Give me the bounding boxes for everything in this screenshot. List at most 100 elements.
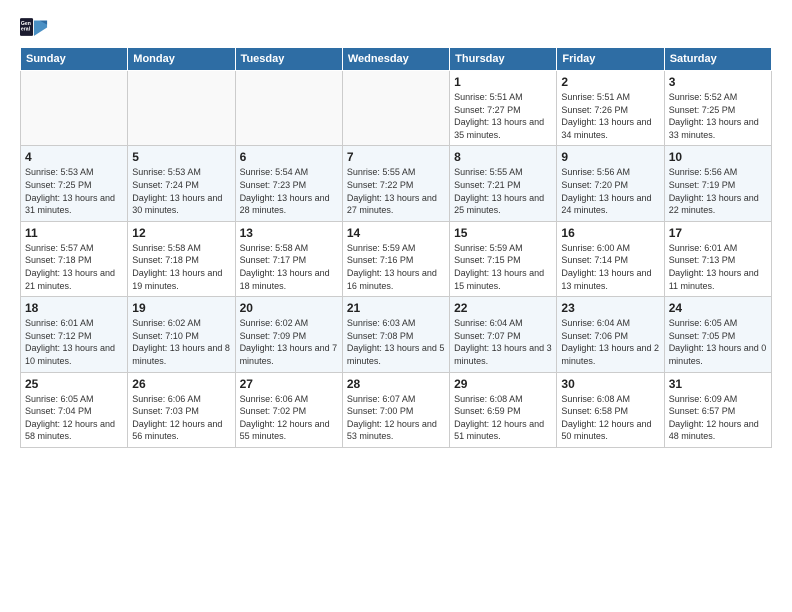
calendar-cell: 4Sunrise: 5:53 AM Sunset: 7:25 PM Daylig… xyxy=(21,146,128,221)
calendar-cell: 6 Sunrise: 5:54 AM Sunset: 7:23 PM Daylig… xyxy=(235,146,342,221)
day-info: Sunrise: 5:57 AM Sunset: 7:18 PM Dayligh… xyxy=(25,242,123,292)
day-number: 3 xyxy=(669,75,767,89)
day-number: 20 xyxy=(240,301,338,315)
day-info: Sunrise: 5:55 AM Sunset: 7:21 PM Dayligh… xyxy=(454,166,552,216)
calendar-cell: 26Sunrise: 6:06 AM Sunset: 7:03 PM Dayli… xyxy=(128,372,235,447)
day-number: 4 xyxy=(25,150,123,164)
calendar-header-sunday: Sunday xyxy=(21,48,128,71)
calendar-cell: 20 Sunrise: 6:02 AM Sunset: 7:09 PM Dayli… xyxy=(235,297,342,372)
day-info: Sunrise: 5:54 AM Sunset: 7:23 PM Dayligh… xyxy=(240,166,338,216)
day-info: Sunrise: 6:08 AM Sunset: 6:59 PM Dayligh… xyxy=(454,393,552,443)
day-number: 14 xyxy=(347,226,445,240)
day-info: Sunrise: 6:03 AM Sunset: 7:08 PM Dayligh… xyxy=(347,317,445,367)
day-info: Sunrise: 6:02 AM Sunset: 7:10 PM Dayligh… xyxy=(132,317,230,367)
calendar-cell: 8Sunrise: 5:55 AM Sunset: 7:21 PM Daylig… xyxy=(450,146,557,221)
day-info: Sunrise: 6:08 AM Sunset: 6:58 PM Dayligh… xyxy=(561,393,659,443)
day-info: Sunrise: 6:00 AM Sunset: 7:14 PM Dayligh… xyxy=(561,242,659,292)
day-info: Sunrise: 6:02 AM Sunset: 7:09 PM Dayligh… xyxy=(240,317,338,367)
calendar-header-row: SundayMondayTuesdayWednesdayThursdayFrid… xyxy=(21,48,772,71)
calendar-header-friday: Friday xyxy=(557,48,664,71)
day-number: 10 xyxy=(669,150,767,164)
svg-text:Gen: Gen xyxy=(21,21,31,27)
calendar-cell: 12 Sunrise: 5:58 AM Sunset: 7:18 PM Dayli… xyxy=(128,221,235,296)
calendar-cell: 9Sunrise: 5:56 AM Sunset: 7:20 PM Daylig… xyxy=(557,146,664,221)
day-info: Sunrise: 6:05 AM Sunset: 7:04 PM Dayligh… xyxy=(25,393,123,443)
calendar-cell: 5 Sunrise: 5:53 AM Sunset: 7:24 PM Daylig… xyxy=(128,146,235,221)
day-info: Sunrise: 5:58 AM Sunset: 7:18 PM Dayligh… xyxy=(132,242,230,292)
day-number: 2 xyxy=(561,75,659,89)
day-info: Sunrise: 5:59 AM Sunset: 7:15 PM Dayligh… xyxy=(454,242,552,292)
day-info: Sunrise: 6:01 AM Sunset: 7:12 PM Dayligh… xyxy=(25,317,123,367)
day-info: Sunrise: 5:51 AM Sunset: 7:27 PM Dayligh… xyxy=(454,91,552,141)
day-number: 11 xyxy=(25,226,123,240)
calendar-cell: 23Sunrise: 6:04 AM Sunset: 7:06 PM Dayli… xyxy=(557,297,664,372)
calendar-header-tuesday: Tuesday xyxy=(235,48,342,71)
calendar-week-row: 4Sunrise: 5:53 AM Sunset: 7:25 PM Daylig… xyxy=(21,146,772,221)
day-info: Sunrise: 6:07 AM Sunset: 7:00 PM Dayligh… xyxy=(347,393,445,443)
calendar-cell: 16 Sunrise: 6:00 AM Sunset: 7:14 PM Dayli… xyxy=(557,221,664,296)
calendar-week-row: 11 Sunrise: 5:57 AM Sunset: 7:18 PM Dayli… xyxy=(21,221,772,296)
calendar-cell: 22Sunrise: 6:04 AM Sunset: 7:07 PM Dayli… xyxy=(450,297,557,372)
calendar-cell: 24 Sunrise: 6:05 AM Sunset: 7:05 PM Dayli… xyxy=(664,297,771,372)
day-number: 17 xyxy=(669,226,767,240)
day-info: Sunrise: 6:05 AM Sunset: 7:05 PM Dayligh… xyxy=(669,317,767,367)
logo: Gen eral xyxy=(20,18,48,37)
day-number: 23 xyxy=(561,301,659,315)
calendar-cell: 10 Sunrise: 5:56 AM Sunset: 7:19 PM Dayli… xyxy=(664,146,771,221)
calendar-cell: 11 Sunrise: 5:57 AM Sunset: 7:18 PM Dayli… xyxy=(21,221,128,296)
day-number: 29 xyxy=(454,377,552,391)
day-number: 30 xyxy=(561,377,659,391)
calendar-cell: 2 Sunrise: 5:51 AM Sunset: 7:26 PM Daylig… xyxy=(557,71,664,146)
day-info: Sunrise: 5:55 AM Sunset: 7:22 PM Dayligh… xyxy=(347,166,445,216)
calendar-cell: 31 Sunrise: 6:09 AM Sunset: 6:57 PM Dayli… xyxy=(664,372,771,447)
day-number: 26 xyxy=(132,377,230,391)
calendar-cell: 19 Sunrise: 6:02 AM Sunset: 7:10 PM Dayli… xyxy=(128,297,235,372)
day-number: 31 xyxy=(669,377,767,391)
calendar-cell: 30 Sunrise: 6:08 AM Sunset: 6:58 PM Dayli… xyxy=(557,372,664,447)
day-info: Sunrise: 5:51 AM Sunset: 7:26 PM Dayligh… xyxy=(561,91,659,141)
calendar-cell: 14 Sunrise: 5:59 AM Sunset: 7:16 PM Dayli… xyxy=(342,221,449,296)
day-number: 24 xyxy=(669,301,767,315)
day-number: 27 xyxy=(240,377,338,391)
calendar-cell xyxy=(21,71,128,146)
day-number: 6 xyxy=(240,150,338,164)
day-number: 25 xyxy=(25,377,123,391)
calendar-cell: 27 Sunrise: 6:06 AM Sunset: 7:02 PM Dayli… xyxy=(235,372,342,447)
day-info: Sunrise: 6:09 AM Sunset: 6:57 PM Dayligh… xyxy=(669,393,767,443)
calendar-cell xyxy=(235,71,342,146)
day-number: 12 xyxy=(132,226,230,240)
day-info: Sunrise: 5:58 AM Sunset: 7:17 PM Dayligh… xyxy=(240,242,338,292)
calendar-cell xyxy=(342,71,449,146)
calendar-cell: 15 Sunrise: 5:59 AM Sunset: 7:15 PM Dayli… xyxy=(450,221,557,296)
day-number: 19 xyxy=(132,301,230,315)
day-number: 5 xyxy=(132,150,230,164)
day-info: Sunrise: 5:52 AM Sunset: 7:25 PM Dayligh… xyxy=(669,91,767,141)
day-number: 15 xyxy=(454,226,552,240)
calendar-cell: 21Sunrise: 6:03 AM Sunset: 7:08 PM Dayli… xyxy=(342,297,449,372)
calendar-cell: 3 Sunrise: 5:52 AM Sunset: 7:25 PM Daylig… xyxy=(664,71,771,146)
day-info: Sunrise: 6:06 AM Sunset: 7:02 PM Dayligh… xyxy=(240,393,338,443)
calendar: SundayMondayTuesdayWednesdayThursdayFrid… xyxy=(20,47,772,448)
day-number: 28 xyxy=(347,377,445,391)
calendar-header-wednesday: Wednesday xyxy=(342,48,449,71)
day-number: 1 xyxy=(454,75,552,89)
calendar-cell xyxy=(128,71,235,146)
page: Gen eral SundayMondayTuesdayWednesdayThu… xyxy=(0,0,792,612)
day-number: 16 xyxy=(561,226,659,240)
calendar-cell: 17 Sunrise: 6:01 AM Sunset: 7:13 PM Dayli… xyxy=(664,221,771,296)
day-info: Sunrise: 6:01 AM Sunset: 7:13 PM Dayligh… xyxy=(669,242,767,292)
header: Gen eral xyxy=(20,18,772,37)
day-info: Sunrise: 5:59 AM Sunset: 7:16 PM Dayligh… xyxy=(347,242,445,292)
day-info: Sunrise: 5:56 AM Sunset: 7:20 PM Dayligh… xyxy=(561,166,659,216)
day-number: 18 xyxy=(25,301,123,315)
day-info: Sunrise: 5:53 AM Sunset: 7:24 PM Dayligh… xyxy=(132,166,230,216)
calendar-cell: 13Sunrise: 5:58 AM Sunset: 7:17 PM Dayli… xyxy=(235,221,342,296)
calendar-cell: 29 Sunrise: 6:08 AM Sunset: 6:59 PM Dayli… xyxy=(450,372,557,447)
calendar-cell: 7 Sunrise: 5:55 AM Sunset: 7:22 PM Daylig… xyxy=(342,146,449,221)
day-number: 7 xyxy=(347,150,445,164)
day-info: Sunrise: 5:56 AM Sunset: 7:19 PM Dayligh… xyxy=(669,166,767,216)
calendar-week-row: 25 Sunrise: 6:05 AM Sunset: 7:04 PM Dayli… xyxy=(21,372,772,447)
calendar-week-row: 18 Sunrise: 6:01 AM Sunset: 7:12 PM Dayli… xyxy=(21,297,772,372)
calendar-cell: 25 Sunrise: 6:05 AM Sunset: 7:04 PM Dayli… xyxy=(21,372,128,447)
svg-text:eral: eral xyxy=(21,27,31,33)
